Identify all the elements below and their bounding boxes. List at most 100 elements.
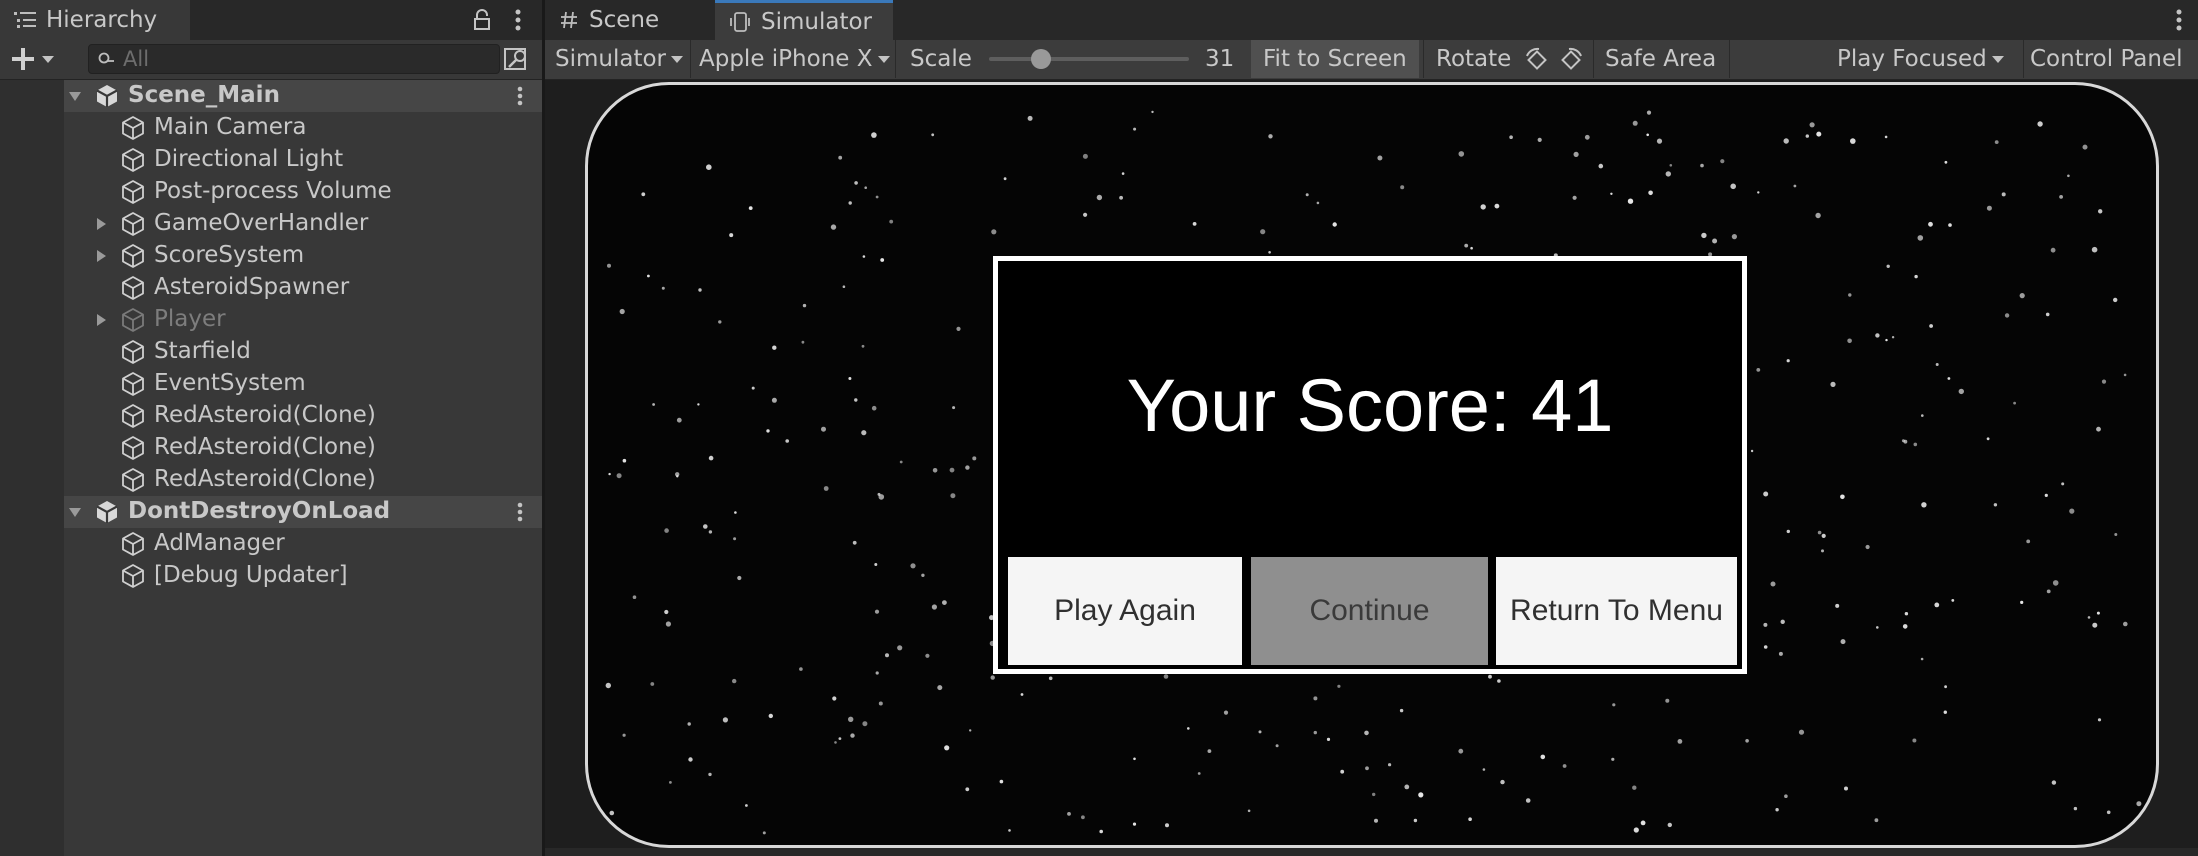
hierarchy-search[interactable] bbox=[88, 44, 500, 74]
star bbox=[874, 609, 880, 614]
continue-button[interactable]: Continue bbox=[1251, 557, 1488, 665]
toolbar-separator bbox=[2023, 40, 2024, 78]
hierarchy-item[interactable]: AsteroidSpawner bbox=[64, 272, 542, 304]
star bbox=[729, 233, 734, 238]
hierarchy-item[interactable]: Post-process Volume bbox=[64, 176, 542, 208]
search-input[interactable] bbox=[123, 45, 493, 73]
hierarchy-item[interactable]: Main Camera bbox=[64, 112, 542, 144]
star bbox=[1948, 223, 1952, 227]
tab-hierarchy[interactable]: Hierarchy bbox=[0, 0, 190, 40]
more-options-icon[interactable] bbox=[506, 6, 530, 34]
star bbox=[1993, 503, 1998, 507]
device-dropdown[interactable]: Apple iPhone X bbox=[699, 40, 890, 78]
collapsed-arrow-icon[interactable] bbox=[94, 313, 108, 327]
hierarchy-scene-row[interactable]: DontDestroyOnLoad bbox=[64, 496, 542, 528]
collapsed-arrow-icon[interactable] bbox=[94, 217, 108, 231]
hierarchy-item[interactable]: ScoreSystem bbox=[64, 240, 542, 272]
rotate-right-icon[interactable] bbox=[1557, 46, 1585, 74]
star bbox=[772, 345, 777, 350]
star bbox=[1388, 763, 1392, 767]
star bbox=[875, 671, 879, 675]
scale-slider-handle[interactable] bbox=[1031, 49, 1051, 69]
create-dropdown-button[interactable] bbox=[10, 44, 66, 74]
star bbox=[1572, 195, 1577, 200]
star bbox=[830, 224, 837, 230]
star bbox=[842, 285, 846, 288]
star bbox=[687, 722, 691, 726]
star bbox=[1337, 684, 1341, 688]
hierarchy-scene-row[interactable]: Scene_Main bbox=[64, 80, 542, 112]
star bbox=[801, 340, 805, 344]
plus-icon bbox=[12, 48, 34, 70]
star bbox=[1598, 163, 1604, 169]
star bbox=[1151, 110, 1154, 114]
more-options-icon[interactable] bbox=[512, 499, 528, 525]
star bbox=[1584, 134, 1590, 140]
star bbox=[1247, 809, 1251, 813]
hierarchy-item[interactable]: RedAsteroid(Clone) bbox=[64, 464, 542, 496]
return-to-menu-button[interactable]: Return To Menu bbox=[1496, 557, 1737, 665]
star bbox=[2019, 293, 2025, 299]
star bbox=[1944, 160, 1948, 164]
play-again-button[interactable]: Play Again bbox=[1008, 557, 1242, 665]
star bbox=[616, 473, 622, 479]
hierarchy-item[interactable]: Starfield bbox=[64, 336, 542, 368]
expanded-arrow-icon[interactable] bbox=[68, 505, 82, 519]
star bbox=[733, 537, 737, 541]
hierarchy-gutter bbox=[0, 80, 64, 856]
star bbox=[2013, 401, 2016, 405]
star bbox=[703, 524, 708, 529]
star bbox=[1612, 703, 1616, 707]
search-icon bbox=[98, 52, 114, 64]
star bbox=[1835, 603, 1840, 608]
hierarchy-item-label: AdManager bbox=[154, 530, 285, 556]
search-by-type-icon[interactable] bbox=[502, 44, 532, 74]
hierarchy-item[interactable]: AdManager bbox=[64, 528, 542, 560]
star bbox=[1470, 246, 1473, 250]
star bbox=[1627, 198, 1634, 204]
star bbox=[2044, 493, 2048, 497]
star bbox=[1745, 739, 1749, 743]
fit-to-screen-button[interactable]: Fit to Screen bbox=[1251, 40, 1419, 78]
rotate-left-icon[interactable] bbox=[1523, 46, 1551, 74]
hierarchy-item[interactable]: RedAsteroid(Clone) bbox=[64, 400, 542, 432]
star bbox=[698, 288, 702, 292]
hierarchy-item[interactable]: EventSystem bbox=[64, 368, 542, 400]
star bbox=[848, 201, 852, 205]
star bbox=[1632, 120, 1638, 126]
star bbox=[676, 417, 682, 423]
collapsed-arrow-icon[interactable] bbox=[94, 249, 108, 263]
unity-scene-icon bbox=[96, 501, 118, 523]
hierarchy-item[interactable]: Player bbox=[64, 304, 542, 336]
star bbox=[1020, 693, 1024, 696]
more-options-icon[interactable] bbox=[2170, 6, 2188, 34]
hierarchy-item[interactable]: [Debug Updater] bbox=[64, 560, 542, 592]
control-panel-button[interactable]: Control Panel bbox=[2030, 40, 2183, 78]
scale-slider-track[interactable] bbox=[989, 57, 1189, 61]
star bbox=[1260, 229, 1266, 235]
star bbox=[1874, 818, 1879, 823]
star bbox=[1537, 137, 1542, 142]
star bbox=[607, 263, 611, 268]
star bbox=[2106, 810, 2111, 815]
star bbox=[1187, 727, 1190, 730]
mode-dropdown[interactable]: Simulator bbox=[555, 40, 684, 78]
more-options-icon[interactable] bbox=[512, 83, 528, 109]
lock-icon[interactable] bbox=[470, 8, 494, 32]
star bbox=[999, 779, 1004, 784]
star bbox=[1809, 122, 1815, 128]
tab-simulator[interactable]: Simulator bbox=[715, 0, 893, 40]
star bbox=[952, 406, 956, 410]
star bbox=[1917, 235, 1924, 241]
hierarchy-item[interactable]: GameOverHandler bbox=[64, 208, 542, 240]
safe-area-toggle[interactable]: Safe Area bbox=[1605, 40, 1716, 78]
star bbox=[1884, 135, 1888, 139]
tab-scene[interactable]: Scene bbox=[545, 0, 705, 40]
simulator-tab-bar: Scene Simulator bbox=[545, 0, 2198, 40]
hierarchy-item[interactable]: RedAsteroid(Clone) bbox=[64, 432, 542, 464]
expanded-arrow-icon[interactable] bbox=[68, 89, 82, 103]
star bbox=[1067, 812, 1071, 816]
hierarchy-item[interactable]: Directional Light bbox=[64, 144, 542, 176]
play-mode-dropdown[interactable]: Play Focused bbox=[1837, 40, 2004, 78]
game-over-panel: Your Score: 41 Play Again Continue Retur… bbox=[993, 256, 1747, 674]
